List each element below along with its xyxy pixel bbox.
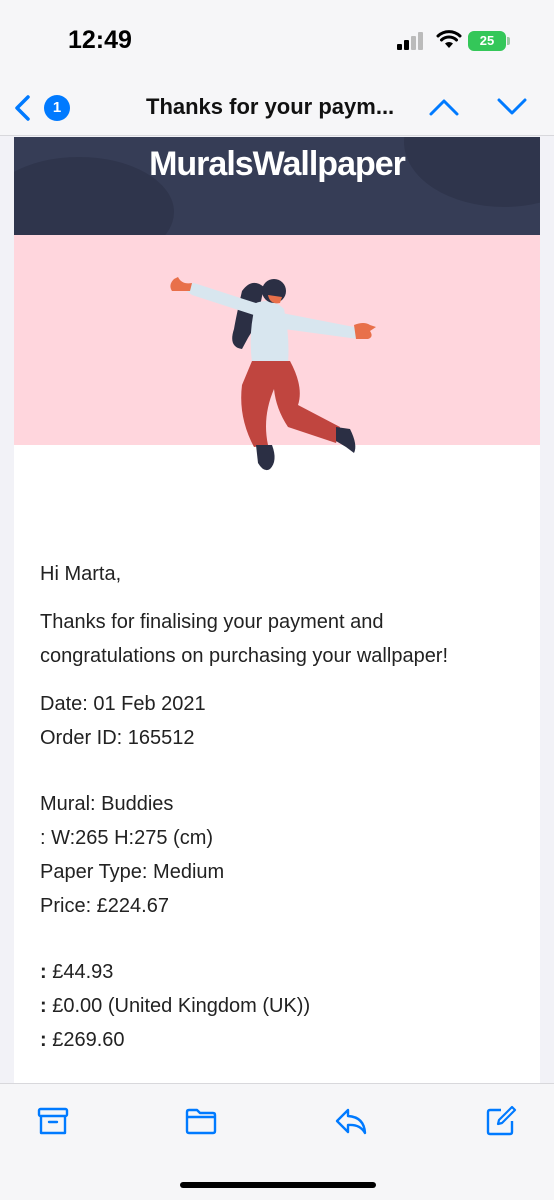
status-time: 12:49 [68,26,132,54]
cellular-signal-icon [397,32,423,50]
next-message-icon[interactable] [496,96,528,118]
shipping-value: £0.00 (United Kingdom (UK)) [46,995,311,1017]
email-message: Hi Marta, Thanks for finalising your pay… [40,557,520,1057]
previous-message-icon[interactable] [428,96,460,118]
reply-icon[interactable] [334,1104,368,1138]
tax-label: : [40,961,47,983]
jumping-woman-illustration [170,277,376,471]
total-line: : £269.60 [40,1023,520,1057]
message-text: Thanks for finalising your payment and c… [40,611,449,667]
navigation-bar: 1 Thanks for your paym... [0,80,554,136]
brand-header: MuralsWallpaper [14,137,540,235]
total-label: : [40,1029,47,1051]
email-body-area[interactable]: MuralsWallpaper Hi Marta, Thanks for fin… [0,137,554,1083]
brand-logo[interactable]: MuralsWallpaper [14,145,540,184]
battery-level: 25 [479,33,495,48]
email-card: MuralsWallpaper Hi Marta, Thanks for fin… [14,137,540,1083]
paper-type: Paper Type: Medium [40,861,225,883]
tax-value: £44.93 [46,961,114,983]
status-bar: 12:49 25 [0,0,554,80]
unread-badge[interactable]: 1 [44,95,70,121]
mural-name: Mural: Buddies [40,793,174,815]
shipping-line: : £0.00 (United Kingdom (UK)) [40,989,520,1023]
compose-icon[interactable] [484,1104,518,1138]
battery-icon: 25 [468,31,506,51]
greeting-text: Hi Marta, [40,563,122,585]
folder-icon[interactable] [184,1104,218,1138]
email-subject-title: Thanks for your paym... [146,94,395,119]
mural-dimensions: : W:265 H:275 (cm) [40,827,214,849]
total-value: £269.60 [46,1029,125,1051]
back-chevron-icon[interactable] [12,94,32,122]
shipping-label: : [40,995,47,1017]
tax-line: : £44.93 [40,955,520,989]
archive-icon[interactable] [36,1104,70,1138]
battery-tip [507,37,510,45]
order-id: Order ID: 165512 [40,727,195,749]
home-indicator[interactable] [180,1182,376,1188]
order-date: Date: 01 Feb 2021 [40,693,206,715]
wifi-icon [436,30,462,48]
price: Price: £224.67 [40,895,169,917]
